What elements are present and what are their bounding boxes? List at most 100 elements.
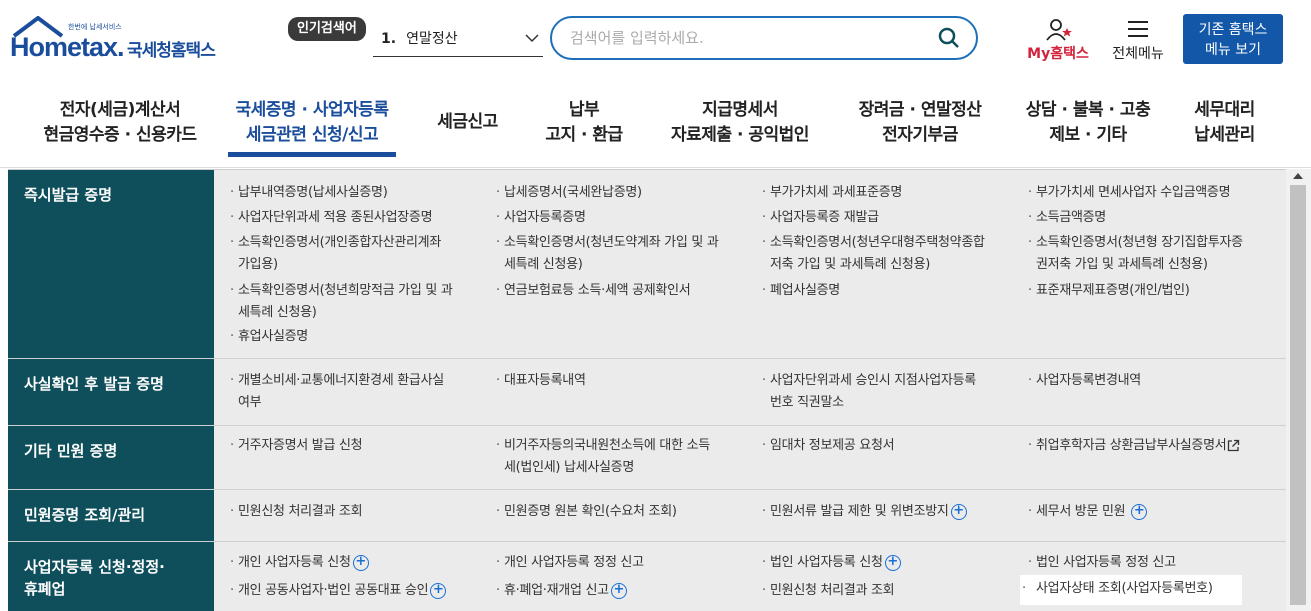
- menu-link[interactable]: 연금보험료등 소득·세액 공제확인서: [494, 280, 756, 302]
- search-input[interactable]: 검색어를 입력하세요.: [550, 16, 978, 60]
- menu-link-text: 사업자상태 조회(사업자등록번호): [1036, 581, 1213, 596]
- external-link-icon: [1228, 439, 1240, 452]
- menu-link[interactable]: 휴업사실증명: [228, 326, 490, 348]
- section-title: 기타 민원 증명: [8, 426, 214, 489]
- menu-link[interactable]: 소득확인증명서(개인종합자산관리계좌가입용): [228, 232, 490, 276]
- search-placeholder: 검색어를 입력하세요.: [570, 29, 704, 47]
- old-hometax-button[interactable]: 기존 홈택스 메뉴 보기: [1183, 14, 1283, 64]
- my-hometax-label: My홈택스: [1027, 46, 1089, 62]
- nav-item-tax-agent[interactable]: 세무대리 납세관리: [1182, 98, 1267, 148]
- my-hometax-icon: [1046, 19, 1072, 41]
- scrollbar-thumb[interactable]: [1290, 185, 1306, 605]
- menu-link[interactable]: 사업자등록증 재발급: [760, 207, 1022, 229]
- popular-search-select[interactable]: 1. 연말정산: [373, 25, 543, 57]
- scroll-up-arrow-icon[interactable]: [1293, 173, 1303, 179]
- section-items: 개인 사업자등록 신청+ 개인 사업자등록 정정 신고 법인 사업자등록 신청+…: [214, 542, 1286, 611]
- menu-link[interactable]: 법인 사업자등록 정정 신고: [1026, 552, 1288, 574]
- submenu-panel: 즉시발급 증명 납부내역증명(납세사실증명) 납세증명서(국세완납증명) 부가가…: [8, 169, 1286, 611]
- nav-item-payment-statement[interactable]: 지급명세서 자료제출 · 공익법인: [660, 98, 820, 148]
- menu-link-text: 임대차 정보제공 요청서: [770, 438, 895, 453]
- plus-circle-icon[interactable]: +: [1131, 503, 1148, 520]
- nav-item-e-invoice[interactable]: 전자(세금)계산서 현금영수증 · 신용카드: [30, 98, 210, 148]
- menu-link[interactable]: 민원신청 처리결과 조회: [228, 501, 490, 523]
- nav-line2: 세금관련 신청/신고: [245, 125, 379, 145]
- hometax-logo[interactable]: 한번에 납세서비스 Hometax. 국세청홈택스: [10, 14, 225, 68]
- plus-circle-icon[interactable]: +: [352, 554, 369, 571]
- menu-link[interactable]: 납부내역증명(납세사실증명): [228, 182, 490, 204]
- menu-link[interactable]: 민원서류 발급 제한 및 위변조방지+: [760, 501, 1022, 523]
- menu-link[interactable]: 납세증명서(국세완납증명): [494, 182, 756, 204]
- nav-item-year-end[interactable]: 장려금 · 연말정산 전자기부금: [845, 98, 995, 148]
- menu-link[interactable]: 사업자등록변경내역: [1026, 370, 1288, 392]
- menu-link-text-cont: 권저축 가입 및 과세특례 신청용): [1036, 257, 1208, 272]
- header: 한번에 납세서비스 Hometax. 국세청홈택스 인기검색어 1. 연말정산 검…: [0, 0, 1311, 80]
- menu-link[interactable]: 소득확인증명서(청년우대형주택청약종합저축 가입 및 과세특례 신청용): [760, 232, 1022, 276]
- nav-line2: 전자기부금: [882, 125, 958, 145]
- active-nav-underline: [228, 152, 396, 157]
- menu-link[interactable]: 소득확인증명서(청년희망적금 가입 및 과세특례 신청용): [228, 280, 490, 324]
- menu-link[interactable]: 폐업사실증명: [760, 280, 1022, 302]
- menu-link[interactable]: 개인 사업자등록 신청+: [228, 552, 490, 574]
- menu-link-text: 취업후학자금 상환금납부사실증명서: [1036, 438, 1227, 453]
- menu-link[interactable]: 취업후학자금 상환금납부사실증명서: [1026, 435, 1288, 457]
- plus-circle-icon[interactable]: +: [610, 582, 627, 599]
- nav-line1: 세금신고: [437, 112, 498, 132]
- logo-wordmark: Hometax.: [10, 32, 125, 62]
- scrollbar[interactable]: [1286, 169, 1311, 611]
- menu-link[interactable]: 법인 사업자등록 신청+: [760, 552, 1022, 574]
- menu-link[interactable]: 민원증명 원본 확인(수요처 조회): [494, 501, 756, 523]
- menu-link[interactable]: 표준재무제표증명(개인/법인): [1026, 280, 1288, 302]
- menu-link-text: 민원신청 처리결과 조회: [238, 504, 363, 519]
- menu-link[interactable]: 부가가치세 과세표준증명: [760, 182, 1022, 204]
- menu-link-highlighted[interactable]: 사업자상태 조회(사업자등록번호): [1020, 575, 1242, 605]
- section-other-civil: 기타 민원 증명 거주자증명서 발급 신청 비거주자등의국내원천소득에 대한 소…: [8, 426, 1286, 490]
- menu-link[interactable]: 소득확인증명서(청년도약계좌 가입 및 과세특례 신청용): [494, 232, 756, 276]
- menu-link[interactable]: 사업자단위과세 적용 종된사업장증명: [228, 207, 490, 229]
- menu-link[interactable]: 사업자단위과세 승인시 지점사업자등록번호 직권말소: [760, 370, 1022, 414]
- menu-link-text: 개인 사업자등록 신청: [238, 555, 351, 570]
- nav-item-certificates[interactable]: 국세증명 · 사업자등록 세금관련 신청/신고: [224, 98, 400, 152]
- menu-link[interactable]: 소득확인증명서(청년형 장기집합투자증권저축 가입 및 과세특례 신청용): [1026, 232, 1288, 276]
- menu-link[interactable]: 민원신청 처리결과 조회: [760, 580, 1022, 602]
- my-hometax-button[interactable]: My홈택스: [1023, 16, 1093, 64]
- menu-link-text-cont: 세특례 신청용): [504, 257, 583, 272]
- plus-circle-icon[interactable]: +: [950, 503, 967, 520]
- plus-circle-icon[interactable]: +: [884, 554, 901, 571]
- menu-link[interactable]: 사업자등록증명: [494, 207, 756, 229]
- menu-link[interactable]: 세무서 방문 민원 +: [1026, 501, 1288, 523]
- menu-link-text: 법인 사업자등록 정정 신고: [1036, 555, 1176, 570]
- menu-link[interactable]: 개별소비세·교통에너지환경세 환급사실여부: [228, 370, 490, 414]
- menu-link-text: 휴·폐업·재개업 신고: [504, 583, 609, 598]
- section-title-text: 기타 민원 증명: [24, 442, 118, 460]
- nav-item-consultation[interactable]: 상담 · 불복 · 고충 제보 · 기타: [1018, 98, 1158, 148]
- section-title-text: 사업자등록 신청·정정·: [24, 558, 165, 576]
- menu-link-text: 소득확인증명서(개인종합자산관리계좌: [238, 235, 441, 250]
- menu-link[interactable]: 소득금액증명: [1026, 207, 1288, 229]
- menu-link-text: 납세증명서(국세완납증명): [504, 185, 642, 200]
- section-civil-inquiry: 민원증명 조회/관리 민원신청 처리결과 조회 민원증명 원본 확인(수요처 조…: [8, 490, 1286, 542]
- menu-link[interactable]: 거주자증명서 발급 신청: [228, 435, 490, 457]
- nav-line2: 고지 · 환급: [545, 125, 623, 145]
- menu-link[interactable]: 비거주자등의국내원천소득에 대한 소득세(법인세) 납세사실증명: [494, 435, 756, 479]
- menu-link[interactable]: 임대차 정보제공 요청서: [760, 435, 1022, 457]
- menu-link[interactable]: 개인 공동사업자·법인 공동대표 승인+: [228, 580, 490, 602]
- menu-link-text: 비거주자등의국내원천소득에 대한 소득: [504, 438, 710, 453]
- menu-link[interactable]: 휴·폐업·재개업 신고+: [494, 580, 756, 602]
- all-menu-button[interactable]: 전체메뉴: [1106, 18, 1170, 64]
- menu-link[interactable]: 개인 사업자등록 정정 신고: [494, 552, 756, 574]
- nav-line1: 전자(세금)계산서: [59, 100, 181, 120]
- plus-circle-icon[interactable]: +: [430, 582, 447, 599]
- menu-link-text: 사업자단위과세 승인시 지점사업자등록: [770, 373, 976, 388]
- menu-link[interactable]: 부가가치세 면세사업자 수입금액증명: [1026, 182, 1288, 204]
- menu-link-text: 거주자증명서 발급 신청: [238, 438, 363, 453]
- menu-link-text: 개인 공동사업자·법인 공동대표 승인: [238, 583, 429, 598]
- nav-item-tax-filing[interactable]: 세금신고: [420, 110, 515, 135]
- menu-link-text: 사업자등록변경내역: [1036, 373, 1141, 388]
- section-title-text: 민원증명 조회/관리: [24, 506, 146, 524]
- search-icon[interactable]: [938, 27, 960, 49]
- nav-item-payment[interactable]: 납부 고지 · 환급: [530, 98, 638, 148]
- section-after-verification: 사실확인 후 발급 증명 개별소비세·교통에너지환경세 환급사실여부 대표자등록…: [8, 359, 1286, 426]
- menu-link-text: 폐업사실증명: [770, 283, 840, 298]
- menu-link-text-cont: 번호 직권말소: [770, 395, 844, 410]
- menu-link[interactable]: 대표자등록내역: [494, 370, 756, 392]
